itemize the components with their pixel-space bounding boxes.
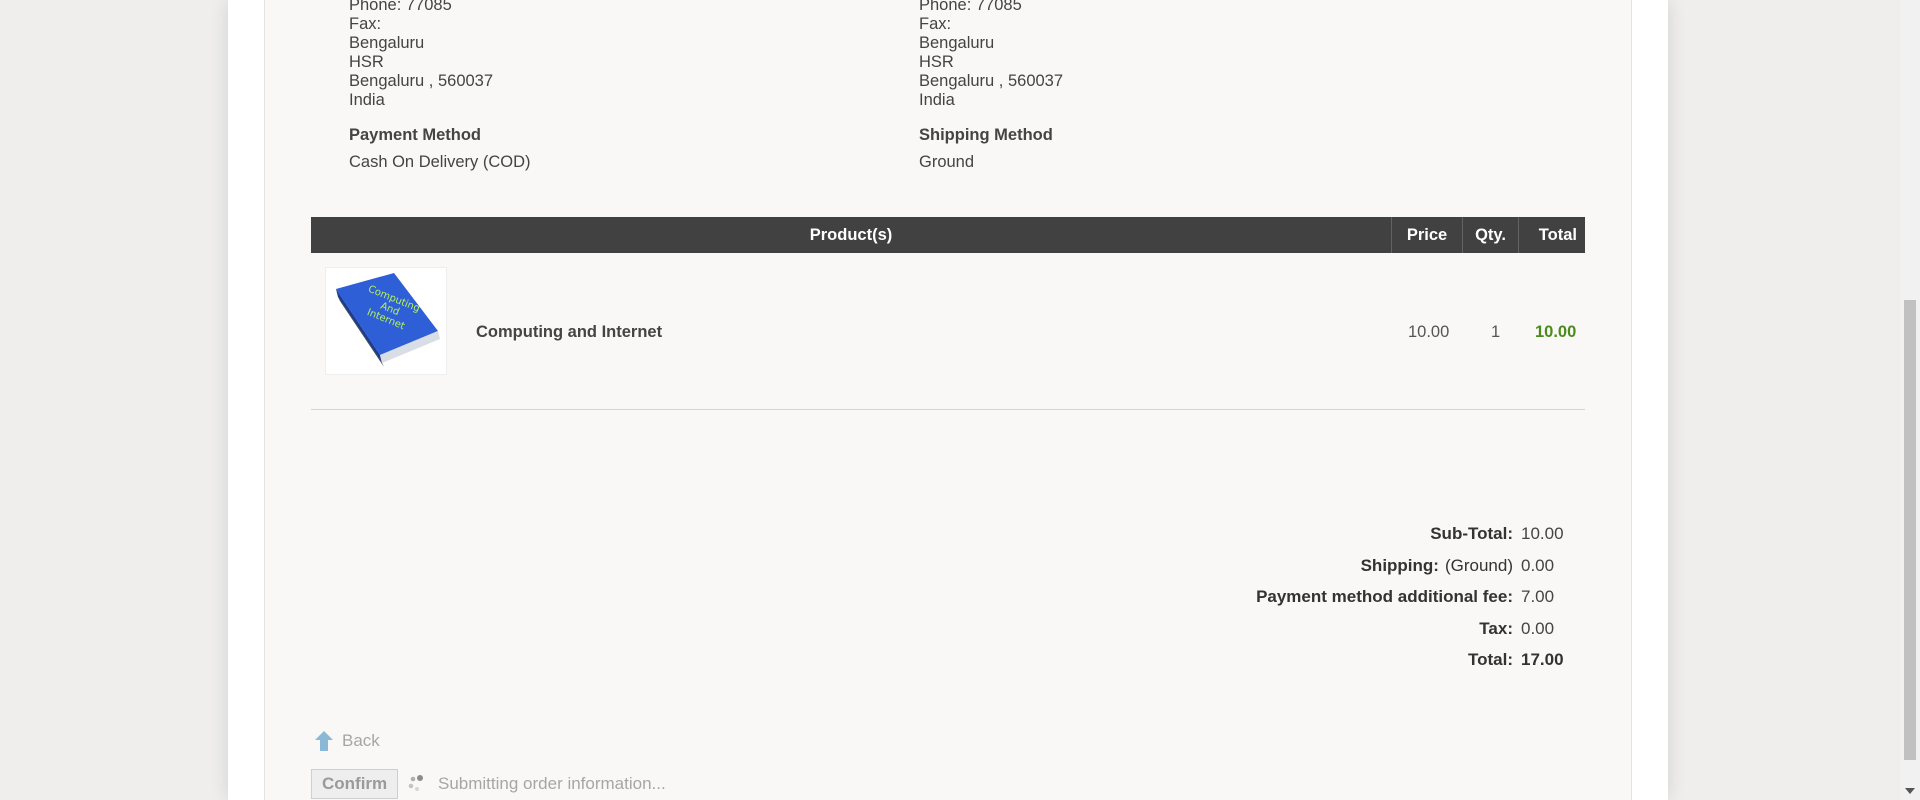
back-label: Back bbox=[342, 731, 380, 750]
billing-fax: Fax: bbox=[349, 15, 382, 33]
total-row: Total: 17.00 bbox=[1256, 650, 1579, 682]
back-link[interactable]: Back bbox=[315, 731, 380, 751]
billing-city: Bengaluru bbox=[349, 34, 425, 52]
subtotal-label: Sub-Total: bbox=[1430, 524, 1513, 543]
tax-row: Tax: 0.00 bbox=[1256, 619, 1579, 651]
shipping-value: 0.00 bbox=[1521, 555, 1555, 575]
product-qty: 1 bbox=[1491, 323, 1501, 341]
shipping-city-zip: Bengaluru , 560037 bbox=[919, 72, 1064, 90]
total-value: 17.00 bbox=[1521, 650, 1564, 669]
fee-label: Payment method additional fee: bbox=[1256, 587, 1513, 606]
shipping-label-group: Shipping: (Ground) bbox=[1361, 556, 1513, 576]
tax-label: Tax: bbox=[1479, 618, 1513, 638]
product-image[interactable]: Computing And Internet bbox=[325, 267, 447, 375]
header-qty: Qty. bbox=[1463, 217, 1519, 253]
scrollbar-thumb[interactable] bbox=[1904, 300, 1916, 760]
shipping-street: HSR bbox=[919, 53, 954, 71]
shipping-country: India bbox=[919, 91, 955, 109]
cart-table: Product(s) Price Qty. Total Computing An… bbox=[311, 217, 1585, 410]
payment-method-title: Payment Method bbox=[349, 126, 482, 144]
header-products: Product(s) bbox=[311, 217, 1392, 253]
header-price: Price bbox=[1392, 217, 1463, 253]
book-cover-image: Computing And Internet bbox=[336, 273, 440, 367]
fee-row: Payment method additional fee: 7.00 bbox=[1256, 587, 1579, 619]
table-row: Computing And Internet Computing and Int… bbox=[311, 253, 1585, 410]
shipping-phone: Phone: 77085 bbox=[919, 0, 1022, 14]
payment-method-value: Cash On Delivery (COD) bbox=[349, 153, 531, 171]
shipping-address: Phone: 77085 Fax: Bengaluru HSR Bengalur… bbox=[919, 0, 1063, 110]
billing-city-zip: Bengaluru , 560037 bbox=[349, 72, 494, 90]
shipping-city: Bengaluru bbox=[919, 34, 995, 52]
confirm-button[interactable]: Confirm bbox=[311, 769, 399, 799]
shipping-fax: Fax: bbox=[919, 15, 952, 33]
product-total: 10.00 bbox=[1535, 323, 1577, 341]
subtotal-value: 10.00 bbox=[1521, 524, 1564, 543]
shipping-method-note: (Ground) bbox=[1444, 555, 1513, 575]
loading-spinner-icon bbox=[408, 775, 423, 791]
order-totals: Sub-Total: 10.00 Shipping: (Ground) 0.00 … bbox=[1256, 524, 1579, 682]
shipping-method-value: Ground bbox=[919, 153, 975, 171]
subtotal-row: Sub-Total: 10.00 bbox=[1256, 524, 1579, 556]
shipping-row: Shipping: (Ground) 0.00 bbox=[1256, 556, 1579, 588]
tax-value: 0.00 bbox=[1521, 618, 1555, 638]
total-label: Total: bbox=[1467, 650, 1513, 669]
arrow-up-icon bbox=[315, 731, 333, 751]
cart-header-row: Product(s) Price Qty. Total bbox=[311, 217, 1585, 253]
product-name-link[interactable]: Computing and Internet bbox=[476, 323, 662, 342]
billing-phone: Phone: 77085 bbox=[349, 0, 452, 14]
fee-value: 7.00 bbox=[1521, 587, 1555, 606]
checkout-confirm-panel: Phone: 77085 Fax: Bengaluru HSR Bengalur… bbox=[264, 0, 1632, 800]
page-scrollbar[interactable] bbox=[1900, 0, 1920, 800]
product-price: 10.00 bbox=[1408, 323, 1450, 341]
billing-country: India bbox=[349, 91, 385, 109]
submitting-status: Submitting order information... bbox=[438, 774, 666, 793]
scroll-down-arrow-icon[interactable] bbox=[1905, 788, 1915, 794]
header-total: Total bbox=[1538, 225, 1577, 244]
billing-street: HSR bbox=[349, 53, 384, 71]
shipping-method-title: Shipping Method bbox=[919, 126, 1053, 144]
shipping-label: Shipping: bbox=[1360, 555, 1439, 575]
billing-address: Phone: 77085 Fax: Bengaluru HSR Bengalur… bbox=[349, 0, 493, 110]
